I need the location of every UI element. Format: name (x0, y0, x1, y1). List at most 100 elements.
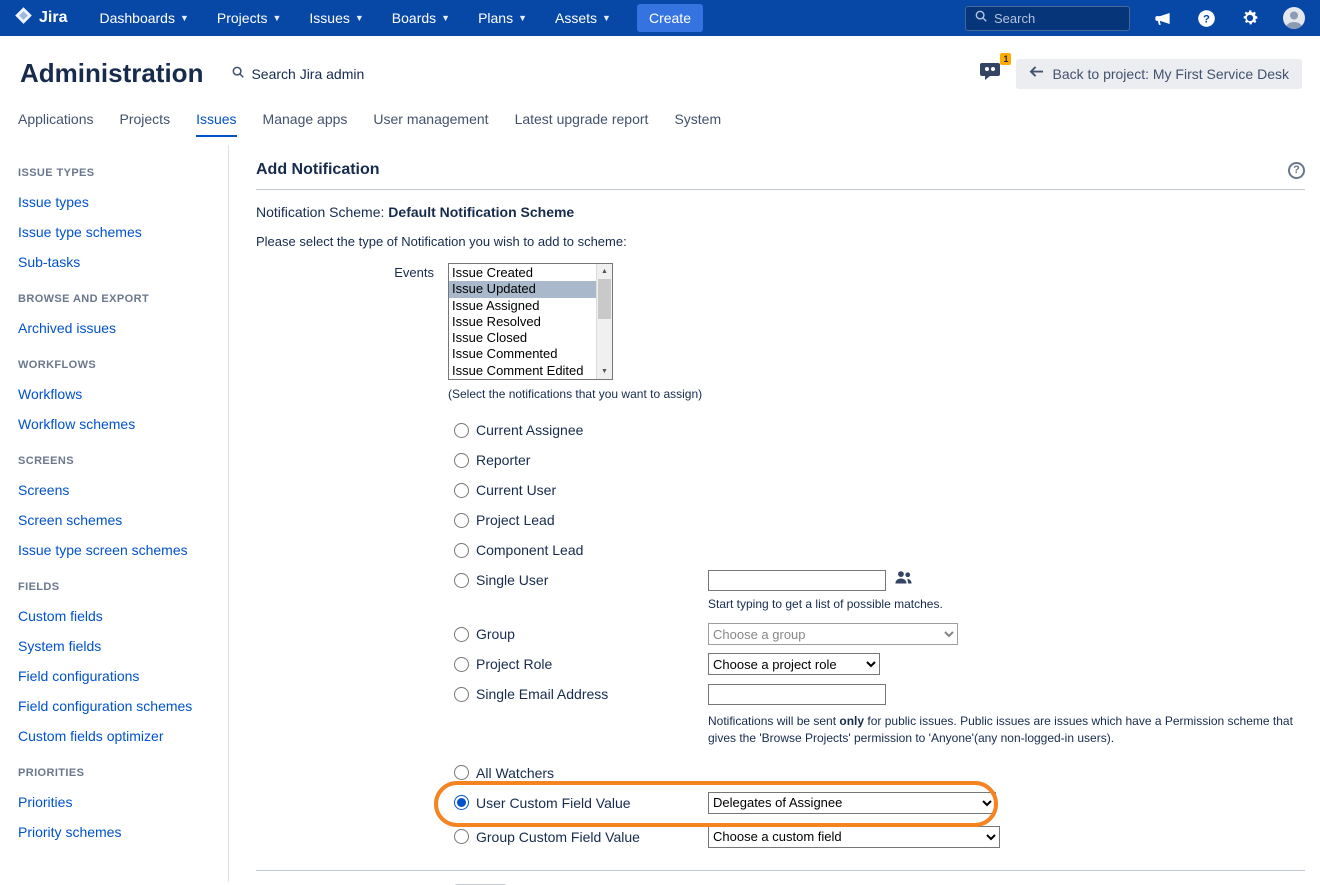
sidebar-item-field-configurations[interactable]: Field configurations (18, 661, 216, 691)
project-role-select[interactable]: Choose a project role (708, 653, 880, 675)
group-custom-field-select[interactable]: Choose a custom field (708, 826, 1000, 848)
group-select[interactable]: Choose a group (708, 623, 958, 645)
feedback-icon[interactable]: 1 (978, 59, 1004, 88)
event-option[interactable]: Issue Comment Edited (449, 363, 596, 379)
admin-search[interactable]: Search Jira admin (231, 65, 364, 82)
section-browse-export: BROWSE AND EXPORT (18, 293, 216, 305)
sidebar-item-custom-fields-optimizer[interactable]: Custom fields optimizer (18, 721, 216, 751)
radio-current-user[interactable] (454, 483, 469, 498)
back-to-project-button[interactable]: Back to project: My First Service Desk (1016, 59, 1302, 89)
nav-boards[interactable]: Boards▼ (382, 0, 460, 36)
radio-single-email[interactable] (454, 687, 469, 702)
sidebar-item-workflows[interactable]: Workflows (18, 379, 216, 409)
option-label[interactable]: User Custom Field Value (476, 795, 708, 811)
global-search-input[interactable] (994, 11, 1114, 26)
scrollbar-thumb[interactable] (598, 279, 611, 319)
radio-reporter[interactable] (454, 453, 469, 468)
option-label[interactable]: Project Lead (476, 512, 708, 528)
radio-current-assignee[interactable] (454, 423, 469, 438)
radio-project-lead[interactable] (454, 513, 469, 528)
option-label[interactable]: Current Assignee (476, 422, 708, 438)
event-option[interactable]: Issue Closed (449, 330, 596, 346)
option-label[interactable]: Group (476, 626, 708, 642)
global-search[interactable] (965, 6, 1130, 31)
option-label[interactable]: Component Lead (476, 542, 708, 558)
admin-tabs: Applications Projects Issues Manage apps… (0, 107, 1320, 145)
megaphone-icon[interactable] (1150, 6, 1174, 30)
option-row-single-email: Single Email Address (454, 679, 1305, 709)
event-option[interactable]: Issue Commented (449, 346, 596, 362)
nav-projects[interactable]: Projects▼ (207, 0, 292, 36)
tab-projects[interactable]: Projects (120, 107, 171, 135)
sidebar-item-priorities[interactable]: Priorities (18, 787, 216, 817)
sidebar-item-priority-schemes[interactable]: Priority schemes (18, 817, 216, 847)
user-custom-field-select[interactable]: Delegates of Assignee (708, 792, 996, 814)
top-navigation: Jira Dashboards▼ Projects▼ Issues▼ Board… (0, 0, 1320, 36)
events-listbox[interactable]: Issue Created Issue Updated Issue Assign… (448, 263, 613, 380)
sidebar-item-system-fields[interactable]: System fields (18, 631, 216, 661)
radio-project-role[interactable] (454, 657, 469, 672)
option-row-component-lead: Component Lead (454, 535, 1305, 565)
listbox-scrollbar[interactable]: ▲ ▼ (596, 264, 612, 379)
avatar[interactable] (1282, 6, 1306, 30)
sidebar-item-screens[interactable]: Screens (18, 475, 216, 505)
tab-manage-apps[interactable]: Manage apps (263, 107, 348, 135)
tab-applications[interactable]: Applications (18, 107, 94, 135)
radio-single-user[interactable] (454, 573, 469, 588)
jira-home-link[interactable]: Jira (14, 6, 67, 30)
scroll-down-icon[interactable]: ▼ (597, 364, 612, 379)
page-title: Administration (20, 58, 203, 89)
event-option[interactable]: Issue Created (449, 265, 596, 281)
section-issue-types: ISSUE TYPES (18, 167, 216, 179)
gear-icon[interactable] (1238, 6, 1262, 30)
single-email-input[interactable] (708, 684, 886, 705)
tab-system[interactable]: System (674, 107, 721, 135)
sidebar-item-workflow-schemes[interactable]: Workflow schemes (18, 409, 216, 439)
nav-issues[interactable]: Issues▼ (299, 0, 373, 36)
option-label[interactable]: Project Role (476, 656, 708, 672)
help-icon[interactable]: ? (1194, 6, 1218, 30)
radio-component-lead[interactable] (454, 543, 469, 558)
events-label: Events (256, 263, 434, 280)
scheme-name: Default Notification Scheme (388, 204, 574, 220)
sidebar-item-custom-fields[interactable]: Custom fields (18, 601, 216, 631)
nav-dashboards[interactable]: Dashboards▼ (89, 0, 198, 36)
option-label[interactable]: Current User (476, 482, 708, 498)
svg-text:?: ? (1203, 13, 1210, 25)
sidebar-item-field-configuration-schemes[interactable]: Field configuration schemes (18, 691, 216, 721)
radio-all-watchers[interactable] (454, 765, 469, 780)
create-button[interactable]: Create (637, 4, 703, 32)
option-label[interactable]: Single User (476, 572, 708, 588)
single-user-input[interactable] (708, 570, 886, 591)
nav-plans[interactable]: Plans▼ (468, 0, 537, 36)
tab-issues[interactable]: Issues (196, 107, 236, 137)
chevron-down-icon: ▼ (602, 13, 611, 23)
search-icon (974, 9, 988, 28)
tab-user-management[interactable]: User management (373, 107, 488, 135)
people-icon[interactable] (894, 569, 913, 591)
option-label[interactable]: Reporter (476, 452, 708, 468)
radio-group-custom-field[interactable] (454, 829, 469, 844)
sidebar-item-issue-type-screen-schemes[interactable]: Issue type screen schemes (18, 535, 216, 565)
option-row-reporter: Reporter (454, 445, 1305, 475)
option-label[interactable]: All Watchers (476, 765, 708, 781)
nav-assets[interactable]: Assets▼ (545, 0, 621, 36)
sidebar-item-sub-tasks[interactable]: Sub-tasks (18, 247, 216, 277)
option-label[interactable]: Single Email Address (476, 686, 708, 702)
event-option-selected[interactable]: Issue Updated (449, 281, 596, 297)
chevron-down-icon: ▼ (518, 13, 527, 23)
intro-text: Please select the type of Notification y… (256, 234, 1305, 249)
option-label[interactable]: Group Custom Field Value (476, 829, 708, 845)
event-option[interactable]: Issue Assigned (449, 298, 596, 314)
radio-group[interactable] (454, 627, 469, 642)
sidebar-item-issue-type-schemes[interactable]: Issue type schemes (18, 217, 216, 247)
sidebar-item-issue-types[interactable]: Issue types (18, 187, 216, 217)
tab-latest-upgrade-report[interactable]: Latest upgrade report (515, 107, 649, 135)
help-circle-icon[interactable]: ? (1288, 162, 1305, 179)
sidebar-item-screen-schemes[interactable]: Screen schemes (18, 505, 216, 535)
radio-user-custom-field[interactable] (454, 795, 469, 810)
event-option[interactable]: Issue Resolved (449, 314, 596, 330)
sidebar-item-archived-issues[interactable]: Archived issues (18, 313, 216, 343)
section-fields: FIELDS (18, 581, 216, 593)
scroll-up-icon[interactable]: ▲ (597, 264, 612, 279)
